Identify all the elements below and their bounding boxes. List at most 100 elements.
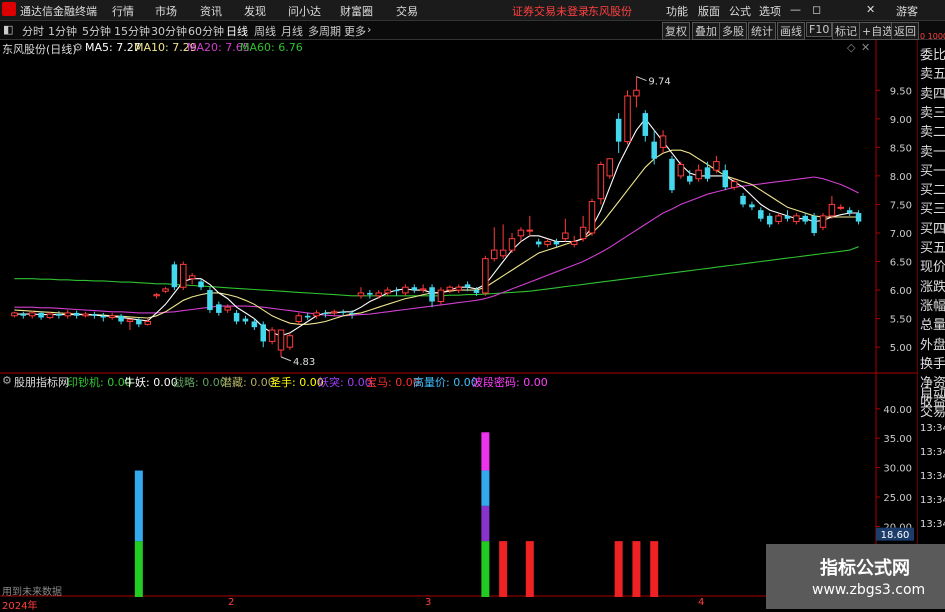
candle-body (207, 290, 213, 311)
menu-options[interactable]: 选项 (759, 3, 781, 19)
panel-field-label: 卖一 (920, 144, 945, 160)
candle-body (446, 286, 454, 291)
indicator-bar-segment (525, 541, 534, 597)
multi-stock-button[interactable]: 多股 (719, 22, 747, 40)
user-label[interactable]: 游客 (896, 3, 918, 19)
menu-trade[interactable]: 交易 (396, 3, 418, 19)
candle-body (633, 89, 640, 97)
candle-body (793, 215, 800, 223)
candle-body (482, 258, 489, 294)
overlay-button[interactable]: 叠加 (692, 22, 720, 40)
candle-body (677, 163, 685, 177)
ma60-line (14, 246, 859, 297)
menu-function[interactable]: 功能 (666, 3, 688, 19)
menu-market[interactable]: 市场 (155, 3, 177, 19)
candle-body (526, 229, 534, 232)
candle-body (313, 312, 320, 317)
candle-body (749, 204, 755, 208)
menu-layout[interactable]: 版面 (698, 3, 720, 19)
panel-field-label: 卖三 (920, 105, 945, 121)
candle-body (242, 318, 249, 322)
candle-body (286, 335, 294, 348)
panel-field-label: 涨跌 (920, 279, 945, 295)
candle-body (464, 284, 471, 288)
period-tab-15min[interactable]: 15分钟 (114, 23, 150, 39)
candle-body (322, 312, 329, 315)
restore-icon[interactable]: ◻ (812, 3, 821, 16)
candle-body (136, 319, 142, 325)
candle-body (499, 249, 507, 257)
candle-body (855, 213, 862, 222)
candle-body (473, 290, 480, 293)
period-tab-60min[interactable]: 60分钟 (188, 23, 224, 39)
period-tab-multi[interactable]: 多周期 (308, 23, 341, 39)
period-tab-30min[interactable]: 30分钟 (151, 23, 187, 39)
candle-body (740, 195, 746, 205)
candle-body (349, 312, 355, 315)
candle-body (802, 215, 808, 222)
high-marker (636, 76, 647, 82)
candle-body (64, 312, 72, 317)
trade-time: 13:34 (920, 519, 945, 530)
indicator-tick-label: 35.00 (883, 434, 912, 445)
adjust-button[interactable]: 复权 (662, 22, 690, 40)
candle-body (846, 210, 853, 213)
menu-news[interactable]: 资讯 (200, 3, 222, 19)
candle-body (597, 163, 605, 200)
candle-body (198, 281, 204, 288)
menu-wealth-circle[interactable]: 财富圈 (340, 3, 373, 19)
price-tick-label: 5.00 (890, 343, 912, 354)
minimize-icon[interactable]: — (790, 3, 801, 16)
candle-body (429, 287, 435, 302)
candle-body (118, 315, 124, 322)
title-bar: 通达信金融终端 行情 市场 资讯 发现 问小达 财富圈 交易 证券交易未登录 东… (0, 0, 945, 21)
stats-button[interactable]: 统计 (748, 22, 776, 40)
mark-button[interactable]: 标记 (832, 22, 860, 40)
panel-field-label: 买三 (920, 202, 945, 218)
period-tab-monthly[interactable]: 月线 (281, 23, 303, 39)
candle-body (331, 311, 338, 314)
candle-body (775, 215, 782, 223)
price-tick-label: 9.00 (890, 115, 912, 126)
candle-body (46, 313, 54, 318)
candle-body (277, 329, 285, 351)
period-tab-more[interactable]: 更多 (344, 23, 366, 39)
panel-field-label: 自动 (920, 386, 945, 401)
candle-body (38, 312, 44, 318)
draw-line-button[interactable]: 画线 (777, 22, 805, 40)
period-tab-5min[interactable]: 5分钟 (82, 23, 111, 39)
candle-body (730, 181, 738, 188)
candle-body (651, 141, 657, 159)
period-tab-intraday[interactable]: 分时 (22, 23, 44, 39)
quote-side-panel: 0 1000 委比卖五卖四卖三卖二卖一买一买二买三买四买五现价涨跌涨幅总量外盘换… (917, 32, 945, 609)
indicator-current-value: 18.60 (881, 530, 910, 541)
candle-body (615, 118, 622, 142)
candle-body (455, 286, 462, 291)
back-button[interactable]: 返回 (891, 22, 919, 40)
candle-body (624, 95, 631, 143)
indicator-bar-segment (614, 541, 623, 597)
high-price-label: 9.74 (648, 77, 670, 88)
period-tab-1min[interactable]: 1分钟 (48, 23, 77, 39)
menu-discover[interactable]: 发现 (244, 3, 266, 19)
candle-body (180, 263, 187, 288)
candle-body (108, 315, 116, 318)
candle-body (11, 312, 18, 317)
panel-field-label: 委比 (920, 48, 945, 63)
chevron-down-icon[interactable]: › (367, 23, 371, 36)
candle-body (144, 320, 151, 325)
panel-field-label: 交易 (920, 405, 945, 420)
kline-chart[interactable]: 9.50 9.00 8.50 8.00 7.50 7.00 6.50 6.00 5.50 5.00… (0, 40, 917, 609)
menu-formula[interactable]: 公式 (729, 3, 751, 19)
panel-field-label: 买一 (920, 163, 945, 179)
login-notice[interactable]: 证券交易未登录 (512, 3, 589, 19)
close-icon[interactable]: ✕ (866, 3, 875, 16)
period-tab-daily[interactable]: 日线 (226, 23, 248, 39)
f10-button[interactable]: F10 (806, 22, 833, 37)
indicator-bar-segment (650, 541, 659, 597)
period-tab-weekly[interactable]: 周线 (254, 23, 276, 39)
menu-assistant[interactable]: 问小达 (288, 3, 321, 19)
toggle-sidebar-icon[interactable]: ◧ (3, 23, 13, 36)
trade-time: 13:34 (920, 423, 945, 434)
menu-quotes[interactable]: 行情 (112, 3, 134, 19)
